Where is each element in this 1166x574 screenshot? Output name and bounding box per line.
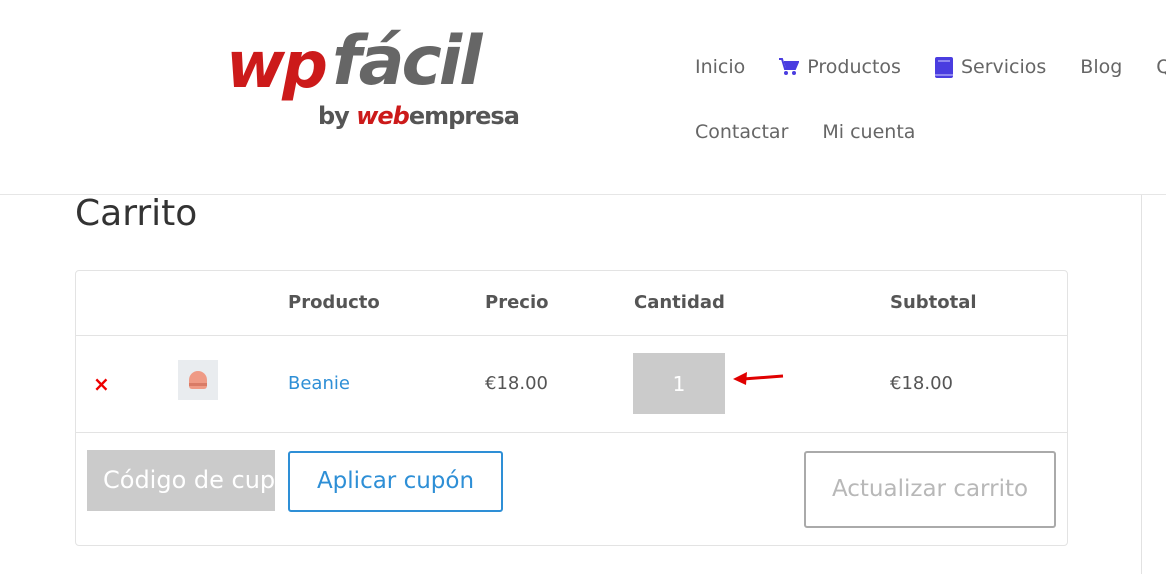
logo-web-text: web xyxy=(356,102,410,130)
product-subtotal: €18.00 xyxy=(890,373,953,394)
remove-item-icon[interactable]: × xyxy=(93,372,110,396)
cart-icon xyxy=(779,58,800,76)
wpfacil-logo[interactable]: wp fácil by webempresa xyxy=(226,28,526,138)
nav-item-blog[interactable]: Blog xyxy=(1080,56,1122,78)
nav-item-label: Productos xyxy=(807,56,901,78)
logo-byline: by webempresa xyxy=(318,102,520,130)
column-header-producto: Producto xyxy=(288,292,380,313)
table-row: × Beanie €18.00 €18.00 xyxy=(76,336,1067,433)
update-cart-button[interactable]: Actualizar carrito xyxy=(804,451,1056,528)
product-name-link[interactable]: Beanie xyxy=(288,373,350,394)
nav-item-servicios[interactable]: Servicios xyxy=(934,56,1047,78)
logo-wp-text: wp xyxy=(226,29,328,103)
nav-row-2: Contactar Mi cuenta xyxy=(695,115,949,149)
nav-item-mi-cuenta[interactable]: Mi cuenta xyxy=(822,121,915,143)
book-icon xyxy=(934,56,953,78)
column-header-cantidad: Cantidad xyxy=(634,292,725,313)
nav-item-label: Mi cuenta xyxy=(822,121,916,143)
nav-item-quienes[interactable]: Qui xyxy=(1156,56,1166,78)
sidebar-divider xyxy=(1141,195,1142,574)
nav-item-label: Blog xyxy=(1080,56,1123,78)
apply-coupon-button[interactable]: Aplicar cupón xyxy=(288,451,503,512)
page-title: Carrito xyxy=(75,193,198,234)
nav-item-label: Contactar xyxy=(695,121,789,143)
arrow-pointer-icon xyxy=(733,372,784,385)
cart-table-header: Producto Precio Cantidad Subtotal xyxy=(76,271,1067,336)
product-price: €18.00 xyxy=(485,373,548,394)
nav-item-contactar[interactable]: Contactar xyxy=(695,121,788,143)
cart-table: Producto Precio Cantidad Subtotal × Bean… xyxy=(75,270,1068,546)
nav-item-productos[interactable]: Productos xyxy=(779,56,901,78)
quantity-input[interactable] xyxy=(633,353,725,414)
nav-item-label: Inicio xyxy=(695,56,746,78)
column-header-precio: Precio xyxy=(485,292,549,313)
nav-item-inicio[interactable]: Inicio xyxy=(695,56,745,78)
nav-row-1: Inicio Productos Servicios Blog Qui xyxy=(695,50,1166,84)
nav-item-label: Servicios xyxy=(960,56,1047,78)
logo-by-text: by xyxy=(318,102,357,130)
coupon-code-input[interactable]: Código de cupón xyxy=(87,450,275,511)
beanie-image xyxy=(189,371,207,389)
product-thumbnail[interactable] xyxy=(178,360,218,400)
logo-empresa-text: empresa xyxy=(408,102,520,130)
column-header-subtotal: Subtotal xyxy=(890,292,977,313)
nav-item-label: Qui xyxy=(1156,56,1166,78)
site-header: wp fácil by webempresa Inicio Productos … xyxy=(0,0,1166,195)
logo-facil-text: fácil xyxy=(332,22,482,101)
